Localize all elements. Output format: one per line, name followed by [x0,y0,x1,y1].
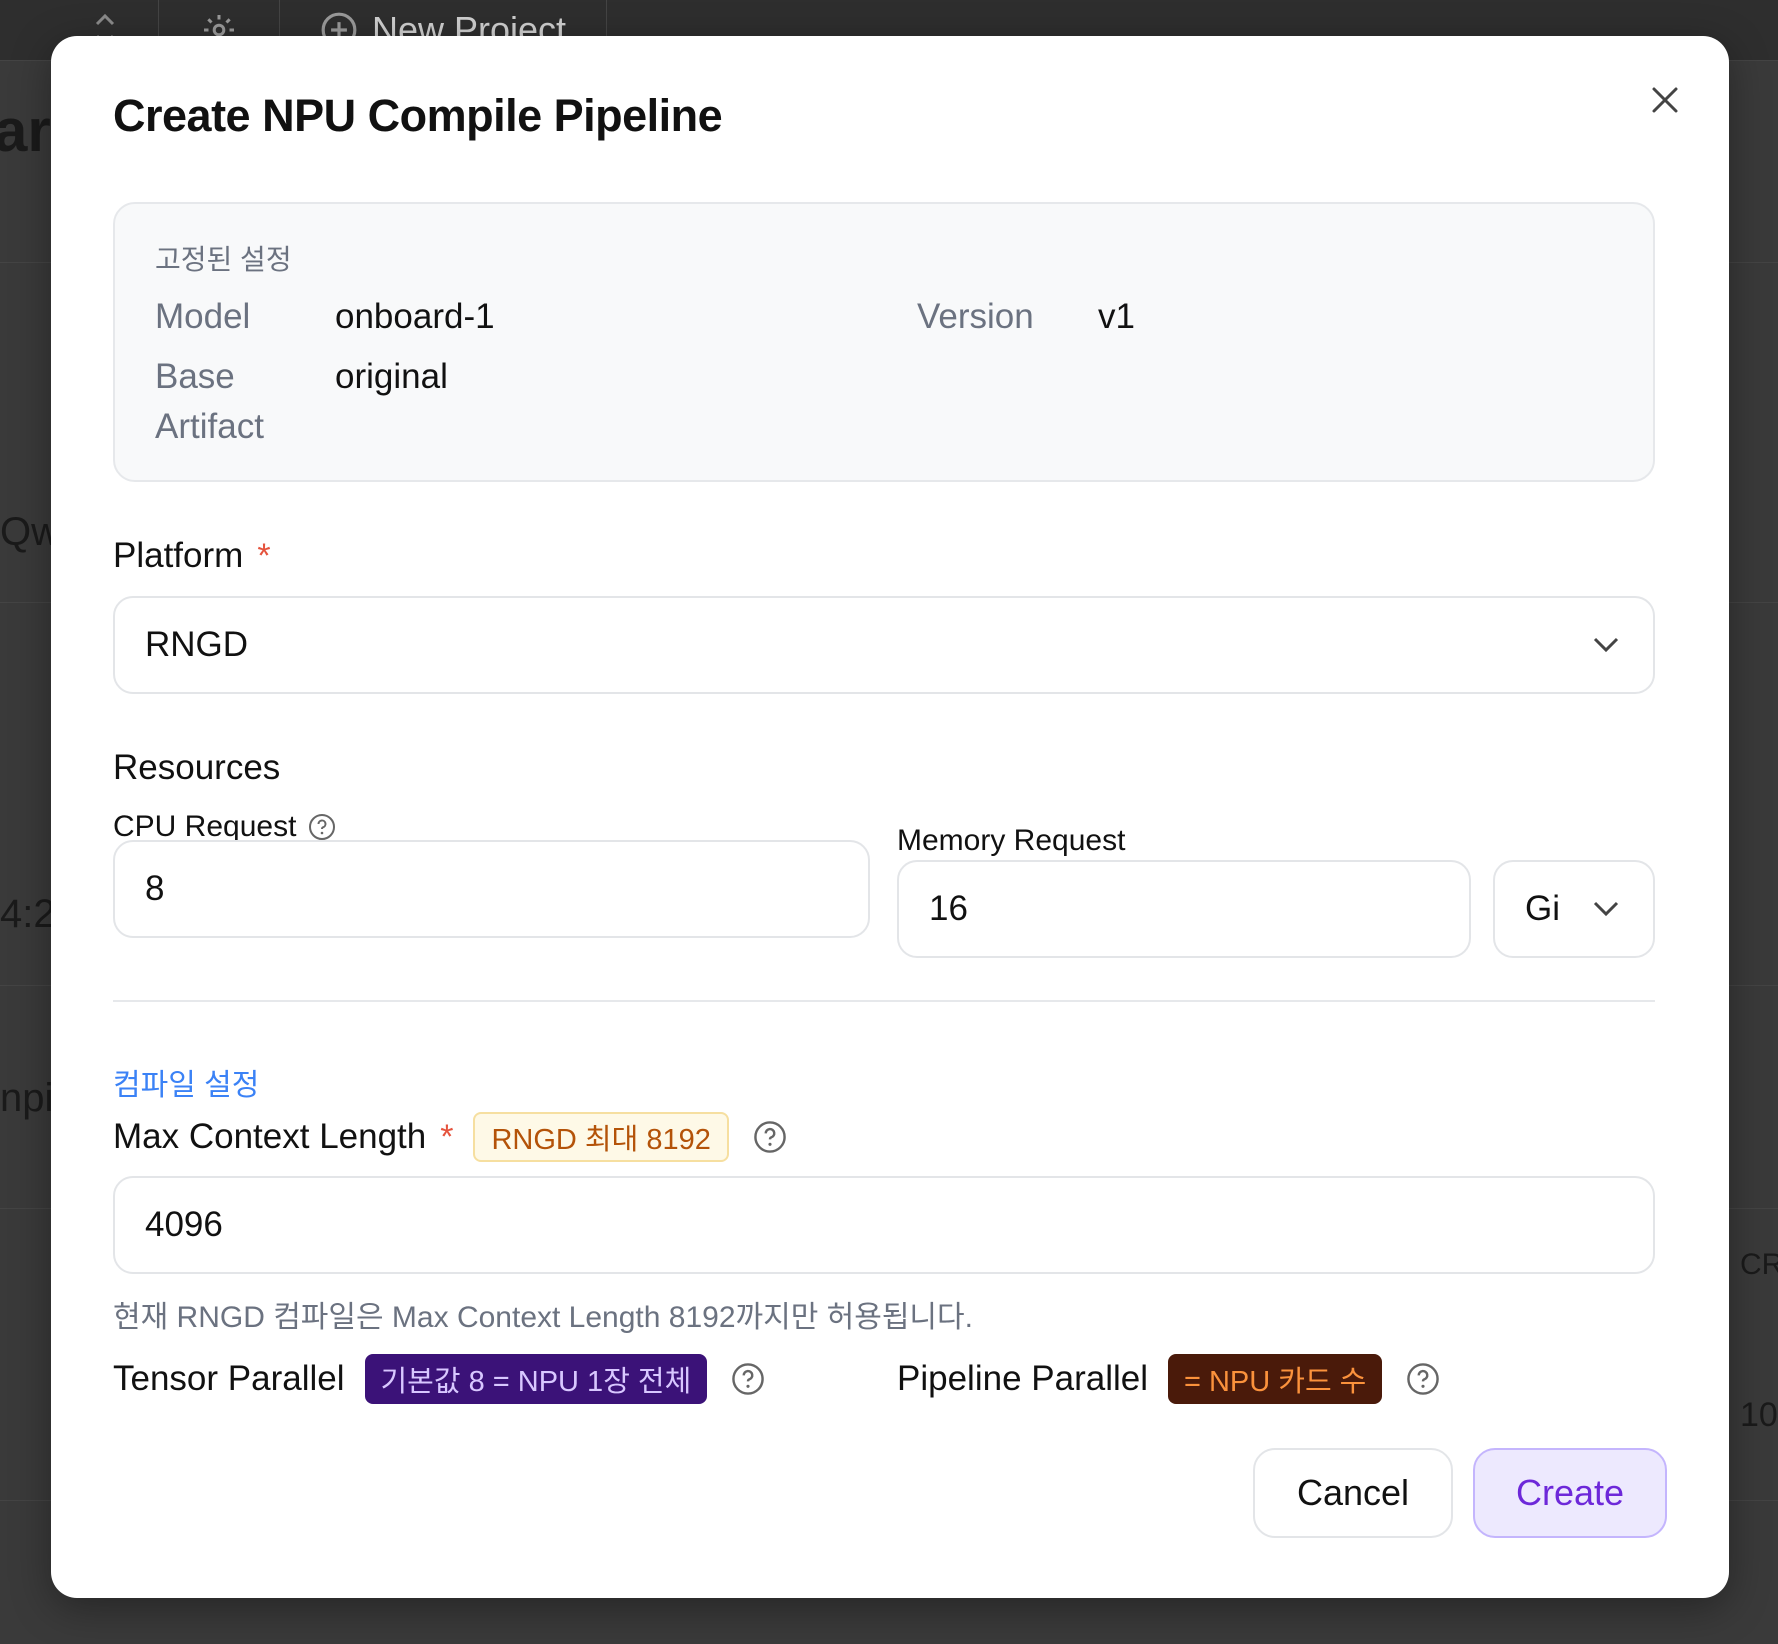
memory-request-label-text: Memory Request [897,824,1126,857]
cpu-request-label: CPU Request [113,810,336,844]
bg-fragment: 4:2 [0,892,56,936]
cancel-button[interactable]: Cancel [1253,1448,1453,1538]
platform-label: Platform * [113,536,271,576]
version-label: Version [917,297,1034,336]
max-context-hint: 현재 RNGD 컴파일은 Max Context Length 8192까지만 … [113,1301,973,1334]
model-value: onboard-1 [335,297,495,336]
memory-unit-value: Gi [1525,889,1560,928]
create-button[interactable]: Create [1473,1448,1667,1538]
cpu-request-value: 8 [145,869,165,908]
memory-request-label: Memory Request [897,824,1125,858]
model-label: Model [155,297,251,336]
help-icon[interactable] [731,1362,765,1396]
pipeline-parallel-label-text: Pipeline Parallel [897,1359,1148,1398]
required-mark: * [440,1117,454,1156]
pipeline-parallel-badge: = NPU 카드 수 [1167,1354,1383,1404]
create-pipeline-dialog: Create NPU Compile Pipeline 고정된 설정 Model… [51,36,1729,1598]
fixed-settings-panel: 고정된 설정 Model onboard-1 Version v1 Base A… [113,202,1655,482]
version-value: v1 [1098,297,1135,336]
memory-request-value: 16 [929,889,968,928]
fixed-settings-header: 고정된 설정 [155,244,292,275]
resources-title: Resources [113,748,281,787]
platform-select-value: RNGD [145,625,249,664]
max-context-value: 4096 [145,1205,223,1244]
cpu-request-label-text: CPU Request [113,810,297,843]
base-artifact-label-line1: Base [155,357,235,396]
compile-settings-title: 컴파일 설정 [113,1069,260,1102]
cpu-request-input[interactable]: 8 [113,840,870,938]
help-icon[interactable] [753,1120,787,1154]
platform-select[interactable]: RNGD [113,596,1655,694]
required-mark: * [257,536,271,575]
bg-fragment: 10 [1740,1396,1778,1434]
chevron-down-icon [1593,901,1619,917]
tensor-parallel-label-text: Tensor Parallel [113,1359,345,1398]
close-icon [1652,87,1678,113]
memory-request-input[interactable]: 16 [897,860,1471,958]
base-artifact-label-line2: Artifact [155,407,264,446]
close-button[interactable] [1643,78,1687,122]
tensor-parallel-label: Tensor Parallel 기본값 8 = NPU 1장 전체 [113,1354,765,1404]
tensor-parallel-badge: 기본값 8 = NPU 1장 전체 [364,1354,708,1404]
help-icon[interactable] [1406,1362,1440,1396]
base-artifact-value: original [335,357,448,396]
pipeline-parallel-label: Pipeline Parallel = NPU 카드 수 [897,1354,1440,1404]
max-context-label: Max Context Length * RNGD 최대 8192 [113,1112,787,1162]
memory-unit-select[interactable]: Gi [1493,860,1655,958]
help-icon[interactable] [308,813,336,841]
max-context-badge: RNGD 최대 8192 [473,1112,729,1162]
max-context-label-text: Max Context Length [113,1117,427,1156]
max-context-input[interactable]: 4096 [113,1176,1655,1274]
bg-fragment: CR [1740,1248,1778,1281]
chevron-down-icon [1593,637,1619,653]
section-divider [113,1000,1655,1002]
dialog-title: Create NPU Compile Pipeline [113,90,723,141]
platform-label-text: Platform [113,536,244,575]
